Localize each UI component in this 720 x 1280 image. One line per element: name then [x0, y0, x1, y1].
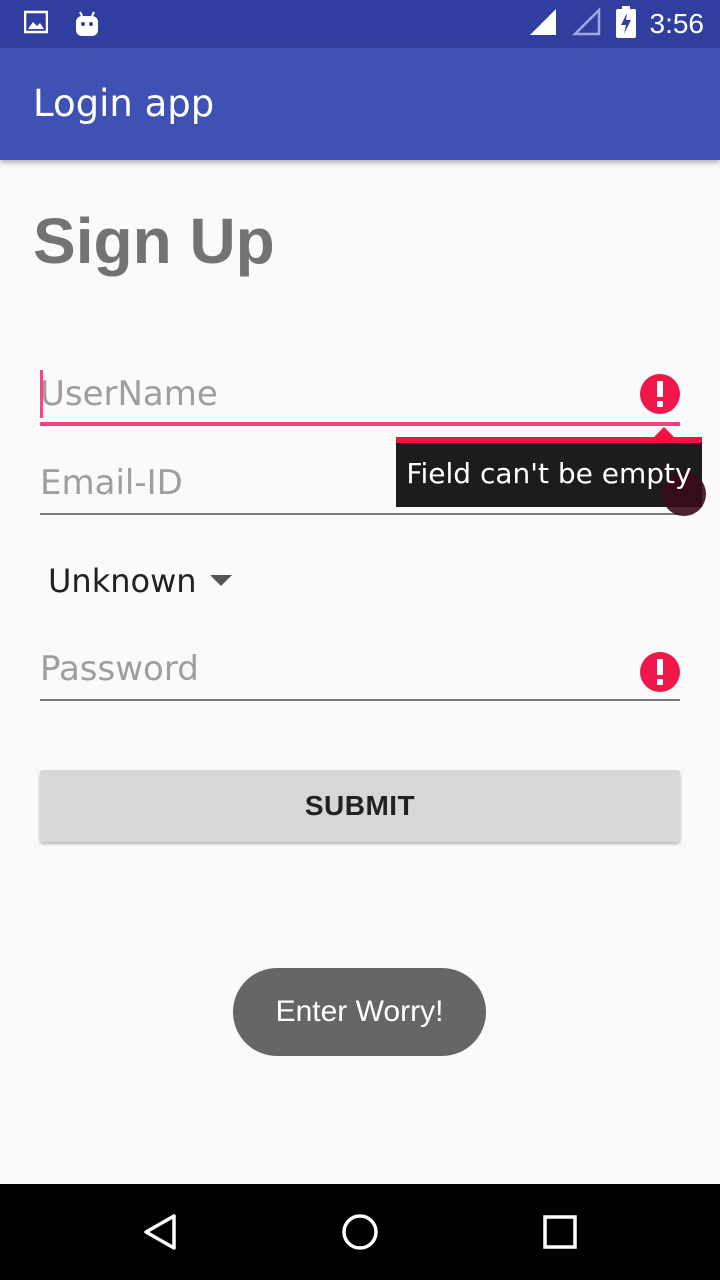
image-notification-icon: [23, 10, 49, 43]
error-tooltip-text: Field can't be empty: [406, 457, 692, 490]
android-notification-icon: [74, 10, 100, 43]
error-icon[interactable]: [640, 652, 680, 692]
error-icon[interactable]: [640, 374, 680, 414]
page-title: Sign Up: [33, 205, 275, 277]
username-placeholder: UserName: [40, 374, 218, 414]
password-field[interactable]: Password: [40, 641, 680, 701]
spinner-selected-value: Unknown: [48, 562, 197, 600]
username-underline: [40, 422, 680, 426]
status-bar: 3:56: [0, 0, 720, 48]
error-tooltip: Field can't be empty: [396, 427, 706, 516]
app-title: Login app: [33, 82, 215, 125]
dropdown-arrow-icon: [210, 575, 232, 586]
home-icon[interactable]: [340, 1212, 380, 1252]
signal-outline-icon: [571, 6, 602, 42]
battery-charging-icon: [615, 5, 636, 43]
recents-icon[interactable]: [540, 1212, 580, 1252]
email-underline: [40, 513, 680, 515]
toast-message: Enter Worry!: [233, 968, 486, 1056]
password-underline: [40, 699, 680, 701]
gender-spinner[interactable]: Unknown: [40, 548, 260, 612]
username-field[interactable]: UserName: [40, 366, 680, 426]
submit-button[interactable]: SUBMIT: [40, 770, 680, 842]
navigation-bar: [0, 1184, 720, 1280]
back-icon[interactable]: [140, 1212, 180, 1252]
status-time: 3:56: [649, 8, 705, 39]
tooltip-arrow: [654, 427, 674, 437]
password-placeholder: Password: [40, 649, 199, 689]
email-placeholder: Email-ID: [40, 463, 183, 503]
app-bar: Login app: [0, 48, 720, 160]
signal-icon: [528, 7, 558, 42]
